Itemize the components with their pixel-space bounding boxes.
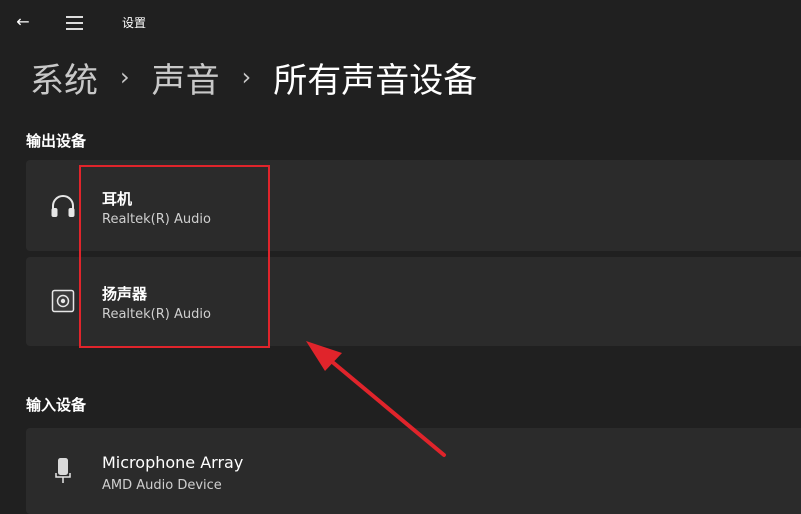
device-name: 耳机 xyxy=(102,190,133,208)
page-title: 所有声音设备 xyxy=(273,60,478,101)
breadcrumb-separator-icon: › xyxy=(241,63,252,91)
breadcrumb: 系统 › 声音 › 所有声音设备 xyxy=(30,52,477,102)
breadcrumb-system[interactable]: 系统 xyxy=(30,53,98,102)
headphones-icon xyxy=(51,195,75,217)
microphone-icon xyxy=(55,458,71,483)
device-driver: AMD Audio Device xyxy=(102,478,222,493)
back-arrow-icon[interactable]: ← xyxy=(12,11,34,33)
device-driver: Realtek(R) Audio xyxy=(102,212,211,227)
device-card-speaker[interactable]: 扬声器 Realtek(R) Audio xyxy=(26,257,801,346)
device-name: Microphone Array xyxy=(102,453,244,472)
device-name: 扬声器 xyxy=(102,285,148,303)
device-card-headphones[interactable]: 耳机 Realtek(R) Audio xyxy=(26,160,801,251)
output-devices-heading: 输出设备 xyxy=(26,132,87,150)
device-driver: Realtek(R) Audio xyxy=(102,307,211,322)
settings-window: ← 设置 系统 › 声音 › 所有声音设备 输出设备 耳机 Realtek(R)… xyxy=(0,0,801,514)
breadcrumb-sound[interactable]: 声音 xyxy=(152,53,220,102)
hamburger-menu-icon[interactable] xyxy=(63,11,87,33)
device-card-microphone[interactable]: Microphone Array AMD Audio Device xyxy=(26,428,801,514)
breadcrumb-separator-icon: › xyxy=(120,63,130,91)
speaker-icon xyxy=(51,289,75,313)
input-devices-heading: 输入设备 xyxy=(26,396,87,414)
app-title: 设置 xyxy=(122,16,147,30)
title-bar: ← 设置 xyxy=(0,0,801,44)
